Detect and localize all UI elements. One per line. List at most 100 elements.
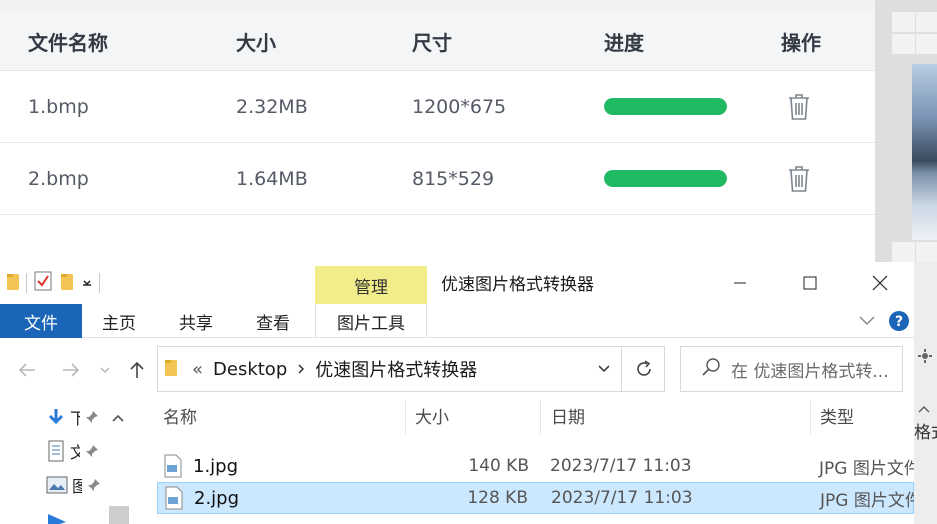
title-bar: 管理 优速图片格式转换器 (0, 262, 914, 304)
search-input[interactable]: 在 优速图片格式转... (680, 346, 903, 392)
table-row: 1.bmp 2.32MB 1200*675 (0, 71, 875, 143)
up-arrow-icon[interactable] (124, 356, 150, 384)
column-date[interactable]: 日期 (551, 394, 585, 436)
tab-picture-tools[interactable]: 图片工具 (315, 304, 427, 338)
ribbon-tabs: 文件 主页 共享 查看 图片工具 ? (0, 304, 914, 338)
progress-bar (604, 98, 727, 115)
file-date: 2023/7/17 11:03 (551, 488, 693, 508)
file-row[interactable]: 1.jpg 140 KB 2023/7/17 11:03 JPG 图片文件 (157, 451, 914, 483)
document-icon (48, 440, 64, 462)
image-thumbnail (912, 64, 937, 240)
file-name: 2.jpg (194, 487, 240, 509)
progress-bar-fill (604, 170, 727, 187)
column-size[interactable]: 大小 (415, 394, 449, 436)
new-folder-icon[interactable] (59, 270, 75, 296)
delete-icon[interactable] (781, 89, 817, 125)
file-row-selected[interactable]: 2.jpg 128 KB 2023/7/17 11:03 JPG 图片文件 (157, 482, 914, 514)
pin-icon (86, 411, 98, 423)
column-name[interactable]: 名称 (163, 394, 197, 436)
tab-view[interactable]: 查看 (256, 304, 290, 338)
row-progress (604, 71, 727, 142)
folder-icon (164, 357, 178, 382)
refresh-icon[interactable] (623, 347, 665, 391)
jpg-file-icon (164, 486, 184, 514)
converter-file-table: 文件名称 大小 尺寸 进度 操作 1.bmp 2.32MB 1200*675 2… (0, 0, 875, 216)
file-type: JPG 图片文件 (820, 490, 914, 511)
window-title: 优速图片格式转换器 (441, 275, 594, 295)
address-bar[interactable]: « Desktop 优速图片格式转换器 (157, 346, 665, 392)
download-arrow-icon (48, 409, 64, 425)
row-progress (604, 143, 727, 214)
navigation-pane: 下 文 图 (0, 394, 132, 524)
row-dimensions: 815*529 (412, 167, 495, 190)
quick-access-toolbar (6, 270, 100, 296)
tab-file[interactable]: 文件 (0, 304, 82, 338)
header-actions: 操作 (781, 30, 821, 55)
picture-icon (46, 476, 68, 494)
chevron-up-icon[interactable] (918, 398, 930, 417)
recent-locations-icon[interactable] (92, 356, 118, 384)
nav-item-downloads[interactable]: 下 (46, 404, 106, 430)
file-type: JPG 图片文件 (819, 458, 914, 479)
file-date: 2023/7/17 11:03 (550, 456, 692, 476)
header-size: 大小 (236, 30, 276, 55)
music-icon (48, 514, 66, 524)
delete-icon[interactable] (781, 161, 817, 197)
header-dimensions: 尺寸 (412, 30, 452, 55)
nav-item-documents[interactable]: 文 (46, 438, 106, 464)
nav-item-label: 图 (72, 477, 82, 496)
breadcrumb-desktop[interactable]: Desktop (213, 359, 287, 380)
forward-arrow-icon[interactable] (58, 356, 84, 384)
close-button[interactable] (857, 266, 903, 300)
expand-ribbon-icon[interactable] (858, 310, 876, 332)
row-actions (781, 71, 817, 142)
column-type[interactable]: 类型 (820, 394, 854, 436)
nav-item-label: 下 (70, 409, 80, 428)
help-icon[interactable]: ? (888, 310, 910, 332)
chevron-right-icon[interactable] (297, 359, 305, 380)
right-panel-label: 格式 (914, 423, 937, 443)
breadcrumb-current-folder[interactable]: 优速图片格式转换器 (315, 356, 477, 382)
row-file-size: 1.64MB (236, 167, 308, 190)
converter-table-header: 文件名称 大小 尺寸 进度 操作 (0, 12, 875, 71)
row-file-name: 1.bmp (28, 95, 89, 118)
row-dimensions: 1200*675 (412, 95, 507, 118)
header-file-name: 文件名称 (28, 30, 108, 55)
file-list-header: 名称 大小 日期 类型 (157, 394, 914, 436)
maximize-button[interactable] (787, 266, 833, 300)
scrollbar-thumb[interactable] (109, 506, 129, 524)
back-arrow-icon[interactable] (14, 356, 40, 384)
row-file-name: 2.bmp (28, 167, 89, 190)
tab-share[interactable]: 共享 (179, 304, 213, 338)
chevron-down-icon[interactable] (81, 274, 93, 293)
address-row: « Desktop 优速图片格式转换器 在 优速图片格式转... (0, 346, 914, 394)
converter-top-strip (0, 0, 875, 12)
nav-item-pictures[interactable]: 图 (46, 472, 106, 498)
search-icon (701, 357, 721, 381)
file-size: 140 KB (468, 456, 529, 476)
minimize-button[interactable] (717, 266, 763, 300)
address-dropdown-icon[interactable] (586, 347, 622, 391)
breadcrumb-overflow[interactable]: « (192, 359, 203, 380)
expand-icon[interactable] (917, 348, 933, 368)
right-side-panel (914, 262, 937, 524)
row-file-size: 2.32MB (236, 95, 308, 118)
file-size: 128 KB (467, 488, 528, 508)
file-list: 名称 大小 日期 类型 1.jpg 140 KB 2023/7/17 11:03… (157, 394, 914, 524)
file-explorer-window: 管理 优速图片格式转换器 文件 主页 共享 查看 图片工具 ? « Deskto… (0, 262, 914, 524)
svg-text:?: ? (895, 314, 903, 330)
pin-icon (88, 479, 100, 491)
tab-home[interactable]: 主页 (102, 304, 136, 338)
nav-scrollbar[interactable] (106, 402, 130, 524)
progress-bar-fill (604, 98, 727, 115)
nav-item-music[interactable] (46, 506, 106, 524)
folder-icon[interactable] (6, 271, 20, 295)
tab-manage[interactable]: 管理 (315, 266, 427, 304)
row-actions (781, 143, 817, 214)
properties-icon[interactable] (33, 270, 53, 296)
nav-item-label: 文 (70, 443, 80, 462)
jpg-file-icon (163, 454, 183, 482)
scroll-up-icon[interactable] (111, 408, 125, 427)
progress-bar (604, 170, 727, 187)
pin-icon (86, 445, 98, 457)
